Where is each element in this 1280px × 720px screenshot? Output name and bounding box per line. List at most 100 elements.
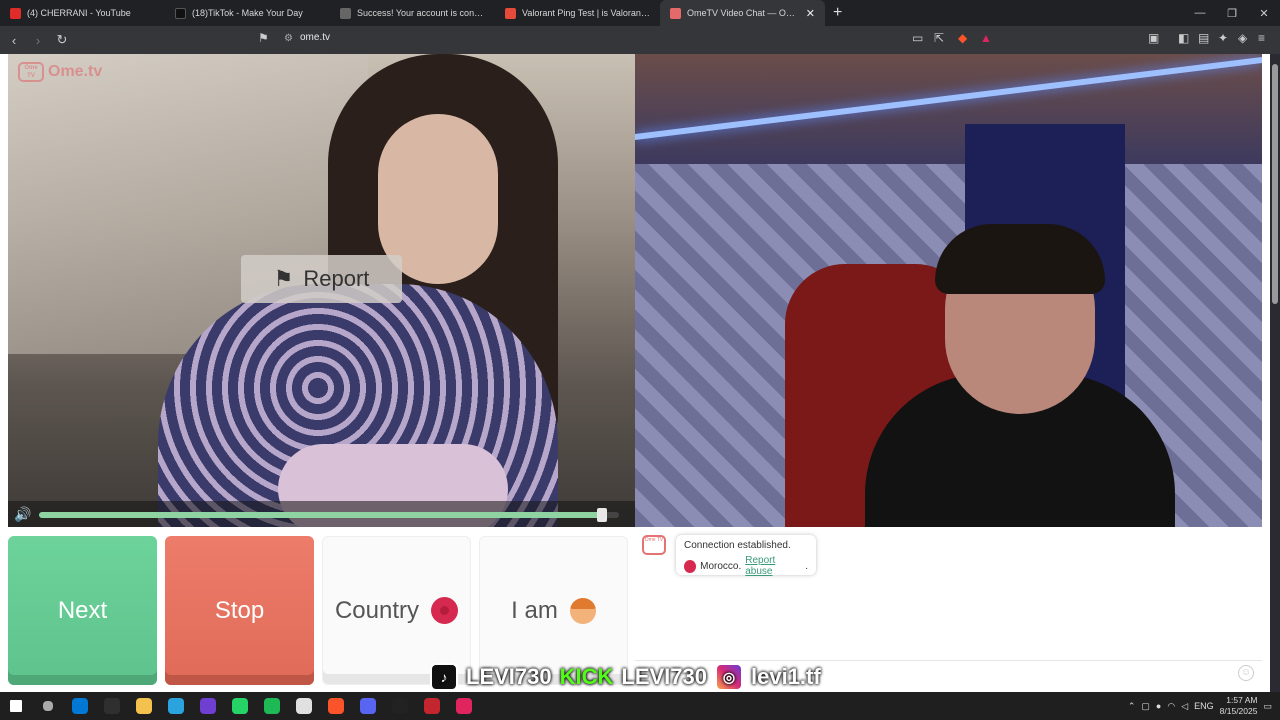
instagram-handle: levi1.tf	[751, 664, 821, 689]
app-icon	[168, 698, 184, 714]
back-icon[interactable]: ‹	[4, 33, 24, 48]
close-window-icon[interactable]: ✕	[1248, 7, 1280, 20]
iam-label: I am	[511, 596, 558, 624]
stop-button[interactable]: Stop	[165, 536, 314, 685]
taskbar-app-icon[interactable]	[448, 692, 480, 720]
start-icon[interactable]	[0, 692, 32, 720]
volume-slider[interactable]	[39, 508, 619, 522]
next-button[interactable]: Next	[8, 536, 157, 685]
language-indicator[interactable]: ENG	[1194, 701, 1214, 711]
country-label: Country	[334, 596, 420, 624]
morocco-flag-icon	[684, 559, 697, 573]
self-video	[635, 54, 1262, 527]
tiktok-icon: ♪	[430, 663, 458, 691]
chevron-up-icon[interactable]: ⌃	[1128, 701, 1136, 712]
mic-icon[interactable]: ●	[1156, 701, 1161, 711]
sidebar-icon[interactable]: ◧	[1178, 31, 1189, 45]
report-abuse-link[interactable]: Report abuse	[745, 555, 801, 577]
tab-title: Valorant Ping Test | is Valorant down?	[522, 8, 650, 18]
taskbar-app-icon[interactable]	[384, 692, 416, 720]
app-icon	[200, 698, 216, 714]
country-line: Morocco. Report abuse.	[684, 555, 808, 577]
app-icon	[328, 698, 344, 714]
share-icon[interactable]: ⇱	[934, 31, 944, 45]
country-name: Morocco.	[700, 560, 742, 572]
tiktok-handle: LEVI730	[466, 664, 552, 689]
stop-label: Stop	[214, 596, 265, 624]
app-icon	[360, 698, 376, 714]
taskbar-app-icon[interactable]	[288, 692, 320, 720]
taskbar-app-icon[interactable]	[192, 692, 224, 720]
speaker-icon[interactable]: 🔊	[14, 506, 32, 523]
wallet-icon[interactable]: ▤	[1198, 31, 1209, 45]
logo-text: Ome.tv	[48, 63, 103, 80]
page-scrollbar[interactable]	[1270, 54, 1280, 692]
forward-icon[interactable]: ›	[28, 33, 48, 48]
reload-icon[interactable]: ↻	[52, 32, 72, 48]
report-button[interactable]: ⚑ Report	[241, 255, 402, 303]
morocco-flag-icon	[431, 597, 459, 624]
taskbar-app-icon[interactable]	[224, 692, 256, 720]
brave-shield-icon[interactable]: ◆	[958, 31, 967, 45]
restore-icon[interactable]: ❐	[1216, 7, 1248, 20]
pinned-apps	[64, 692, 480, 720]
volume-handle[interactable]	[596, 508, 607, 522]
close-icon[interactable]: ✕	[806, 7, 815, 20]
rewards-icon[interactable]: ▲	[980, 31, 992, 45]
app-icon	[456, 698, 472, 714]
taskbar-app-icon[interactable]	[256, 692, 288, 720]
tab-youtube[interactable]: (4) CHERRANI - YouTube	[0, 0, 165, 26]
valorant-icon	[505, 7, 516, 19]
notification-icon[interactable]: ▭	[1263, 701, 1272, 712]
taskbar-app-icon[interactable]	[128, 692, 160, 720]
tab-title: Success! Your account is connected	[357, 8, 485, 18]
cast-icon[interactable]: ▭	[912, 31, 923, 45]
bookmark-icon[interactable]: ⚑	[258, 31, 269, 45]
taskbar-app-icon[interactable]	[160, 692, 192, 720]
tiktok-icon	[175, 7, 186, 19]
kick-handle: LEVI730	[621, 664, 707, 689]
app-icon	[392, 698, 408, 714]
connection-status: Connection established.	[684, 540, 791, 551]
tab-title: (4) CHERRANI - YouTube	[27, 8, 131, 18]
task-view-icon[interactable]	[32, 692, 64, 720]
stream-overlay: ♪ LEVI730 KICK LEVI730 ◎ levi1.tf	[430, 660, 821, 694]
minimize-icon[interactable]: —	[1184, 7, 1216, 19]
camera-icon[interactable]: ▢	[1141, 701, 1150, 712]
tab-ometv[interactable]: OmeTV Video Chat — Omegle ✕	[660, 0, 825, 26]
site-info-icon[interactable]: ⚙	[284, 33, 293, 44]
ometv-icon	[670, 7, 681, 19]
app-icon	[232, 698, 248, 714]
taskbar-app-icon[interactable]	[416, 692, 448, 720]
youtube-icon	[10, 7, 21, 19]
scrollbar-thumb[interactable]	[1272, 64, 1278, 304]
boy-avatar-icon	[569, 597, 596, 624]
tab-tiktok[interactable]: (18)TikTok - Make Your Day	[165, 0, 330, 26]
ometv-logo: Ome TV Ome.tv	[18, 62, 102, 82]
window-controls: — ❐ ✕	[1184, 0, 1280, 26]
leo-icon[interactable]: ✦	[1218, 31, 1228, 45]
wifi-icon[interactable]: ◠	[1167, 701, 1175, 712]
tabs-icon[interactable]: ▣	[1148, 31, 1159, 45]
ometv-logo-icon: Ome TV	[642, 535, 666, 555]
taskbar-app-icon[interactable]	[96, 692, 128, 720]
vpn-icon[interactable]: ◈	[1238, 31, 1247, 45]
stranger-video: Ome TV Ome.tv ⚑ Report	[8, 54, 635, 527]
tab-title: (18)TikTok - Make Your Day	[192, 8, 303, 18]
new-tab-button[interactable]: +	[833, 4, 842, 22]
period: .	[805, 560, 808, 572]
app-icon	[264, 698, 280, 714]
url-field[interactable]: ome.tv	[300, 32, 330, 43]
volume-fill	[39, 512, 602, 518]
menu-icon[interactable]: ≡	[1258, 31, 1265, 45]
taskbar-app-icon[interactable]	[64, 692, 96, 720]
tab-valorant[interactable]: Valorant Ping Test | is Valorant down?	[495, 0, 660, 26]
taskbar-app-icon[interactable]	[352, 692, 384, 720]
volume-icon[interactable]: ◁	[1181, 701, 1188, 712]
tab-success[interactable]: Success! Your account is connected	[330, 0, 495, 26]
time: 1:57 AM	[1226, 695, 1258, 705]
kick-logo: KICK	[559, 664, 614, 689]
taskbar-app-icon[interactable]	[320, 692, 352, 720]
clock[interactable]: 1:57 AM 8/15/2025	[1220, 695, 1258, 717]
emoji-icon[interactable]: ☺	[1238, 665, 1254, 681]
